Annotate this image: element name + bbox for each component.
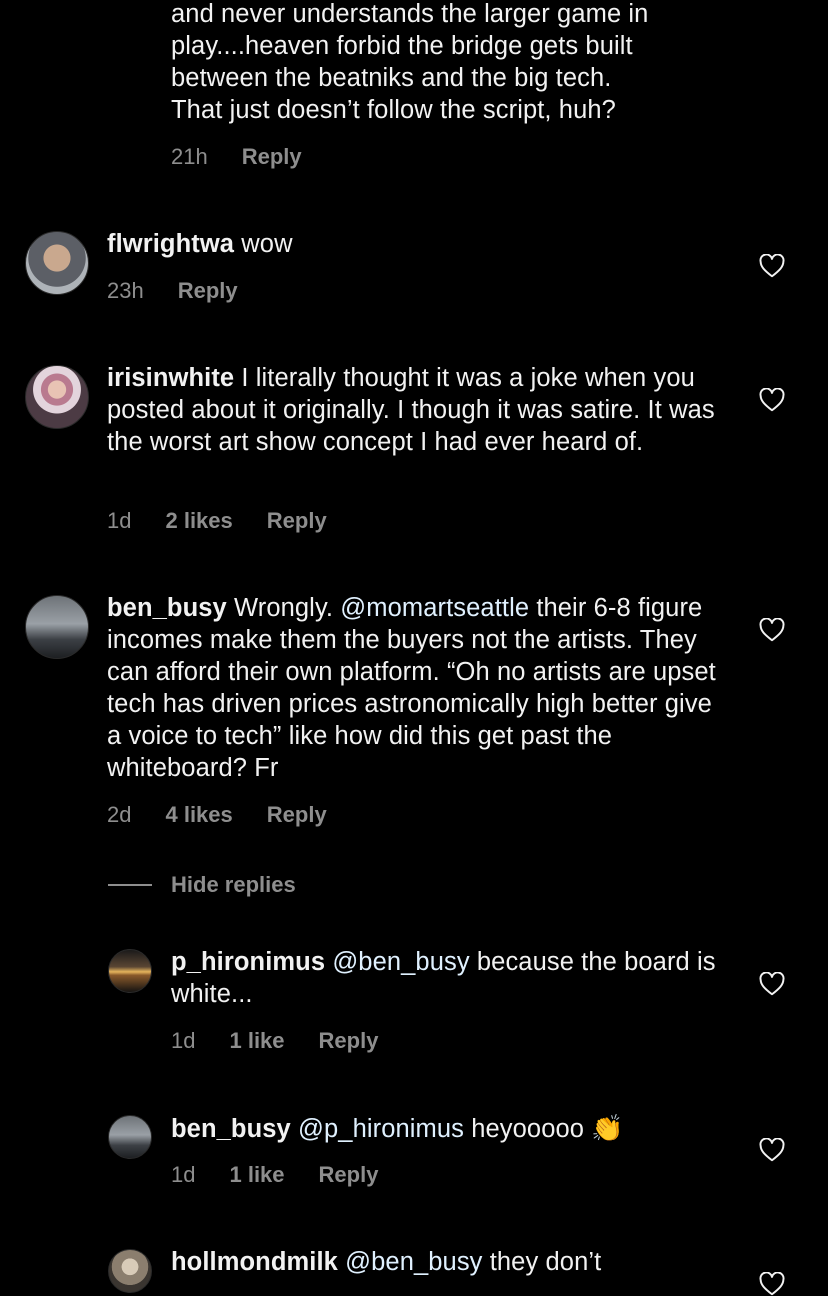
- comment-meta: 23h Reply: [107, 278, 272, 304]
- username[interactable]: hollmondmilk: [171, 1248, 338, 1276]
- comment-text: flwrightwa wow: [107, 230, 293, 258]
- reply-button[interactable]: Reply: [267, 802, 327, 828]
- avatar[interactable]: [108, 1249, 152, 1293]
- avatar[interactable]: [25, 595, 89, 659]
- comment-text: and never understands the larger game in…: [171, 0, 649, 124]
- comment-time: 1d: [171, 1028, 196, 1053]
- mention-link[interactable]: @momartseattle: [340, 594, 529, 622]
- username[interactable]: flwrightwa: [107, 230, 234, 258]
- heart-outline-icon[interactable]: [759, 388, 785, 412]
- heart-outline-icon[interactable]: [759, 1138, 785, 1162]
- comment-meta: 1d 2 likes Reply: [107, 508, 361, 534]
- likes-count[interactable]: 4 likes: [165, 802, 232, 828]
- heart-outline-icon[interactable]: [759, 618, 785, 642]
- comment-text: ben_busy Wrongly. @momartseattle their 6…: [107, 594, 716, 782]
- comment-meta: 2d 4 likes Reply: [107, 802, 361, 828]
- heart-outline-icon[interactable]: [759, 972, 785, 996]
- hide-replies-label: Hide replies: [171, 872, 296, 897]
- divider: [108, 884, 152, 886]
- avatar[interactable]: [25, 365, 89, 429]
- clapping-hands-emoji: 👏: [591, 1113, 624, 1143]
- avatar[interactable]: [108, 1115, 152, 1159]
- comment-time: 1d: [107, 508, 132, 533]
- comment-meta: 1d 1 like Reply: [171, 1028, 412, 1054]
- likes-count[interactable]: 1 like: [229, 1028, 284, 1054]
- username[interactable]: ben_busy: [171, 1115, 291, 1143]
- username[interactable]: ben_busy: [107, 594, 227, 622]
- likes-count[interactable]: 1 like: [229, 1162, 284, 1188]
- comment-text: hollmondmilk @ben_busy they don’t: [171, 1248, 602, 1276]
- comment-text: p_hironimus @ben_busy because the board …: [171, 948, 716, 1008]
- avatar[interactable]: [108, 949, 152, 993]
- comment-text: irisinwhite I literally thought it was a…: [107, 364, 715, 456]
- heart-outline-icon[interactable]: [759, 254, 785, 278]
- reply-button[interactable]: Reply: [178, 278, 238, 304]
- hide-replies-button[interactable]: Hide replies: [108, 872, 296, 898]
- avatar[interactable]: [25, 231, 89, 295]
- mention-link[interactable]: @ben_busy: [345, 1248, 482, 1276]
- reply-button[interactable]: Reply: [267, 508, 327, 534]
- heart-outline-icon[interactable]: [759, 1272, 785, 1296]
- username[interactable]: p_hironimus: [171, 948, 325, 976]
- reply-button[interactable]: Reply: [242, 144, 302, 170]
- comment-meta: 1d 1 like Reply: [171, 1162, 412, 1188]
- comment-time: 2d: [107, 802, 132, 827]
- reply-button[interactable]: Reply: [319, 1028, 379, 1054]
- username[interactable]: irisinwhite: [107, 364, 234, 392]
- mention-link[interactable]: @p_hironimus: [298, 1115, 464, 1143]
- likes-count[interactable]: 2 likes: [165, 508, 232, 534]
- comment-text: ben_busy @p_hironimus heyooooo 👏: [171, 1113, 624, 1143]
- mention-link[interactable]: @ben_busy: [332, 948, 469, 976]
- comment-time: 23h: [107, 278, 144, 303]
- comment-meta: 21h Reply: [171, 144, 336, 170]
- comment-time: 21h: [171, 144, 208, 169]
- comment-time: 1d: [171, 1162, 196, 1187]
- reply-button[interactable]: Reply: [319, 1162, 379, 1188]
